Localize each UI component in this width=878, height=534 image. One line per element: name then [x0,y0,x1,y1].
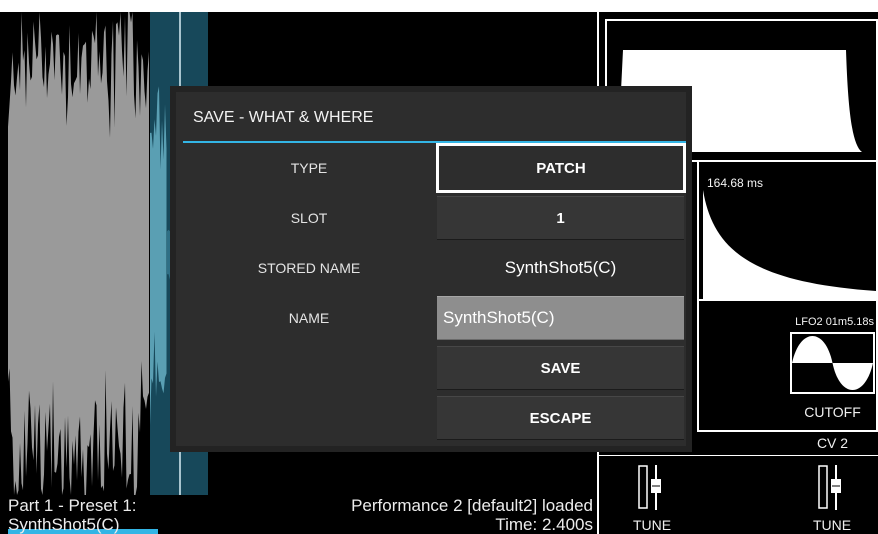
save-button[interactable]: SAVE [437,346,684,390]
part-label: Part 1 - Preset 1: [8,496,137,515]
controls-divider [599,455,878,456]
type-button[interactable]: PATCH [436,143,686,193]
dialog-title: SAVE - WHAT & WHERE [193,109,374,126]
escape-button[interactable]: ESCAPE [437,396,684,440]
time-readout: Time: 2.400s [495,515,593,534]
name-label: NAME [288,310,330,326]
stored-name-label: STORED NAME [257,260,361,276]
decay-shape [703,190,876,299]
tune-label-2: TUNE [812,517,852,533]
waveform-trace [8,12,149,495]
decay-envelope-panel[interactable]: 164.68 ms [697,160,878,301]
preset-name[interactable]: SynthShot5(C) [8,515,120,534]
slider-icon[interactable] [636,463,666,511]
sine-wave-icon[interactable] [790,332,875,394]
slot-button[interactable]: 1 [437,196,684,240]
type-label: TYPE [290,160,328,176]
envelope-time: 164.68 ms [707,176,764,190]
top-bezel [0,0,878,12]
slot-label: SLOT [290,210,328,226]
save-dialog: SAVE - WHAT & WHERE TYPE PATCH SLOT 1 ST… [170,86,692,452]
lfo-label: LFO2 01m5.18s [795,316,874,328]
tune-label-1: TUNE [632,517,672,533]
stored-name-value: SynthShot5(C) [504,258,617,277]
cv-label: CV 2 [816,435,849,451]
performance-message: Performance 2 [default2] loaded [351,496,593,515]
name-input[interactable] [437,296,684,340]
lfo-target-label: CUTOFF [804,404,861,420]
slider-icon[interactable] [816,463,846,511]
lfo-panel[interactable]: LFO2 01m5.18s CUTOFF [697,299,878,432]
